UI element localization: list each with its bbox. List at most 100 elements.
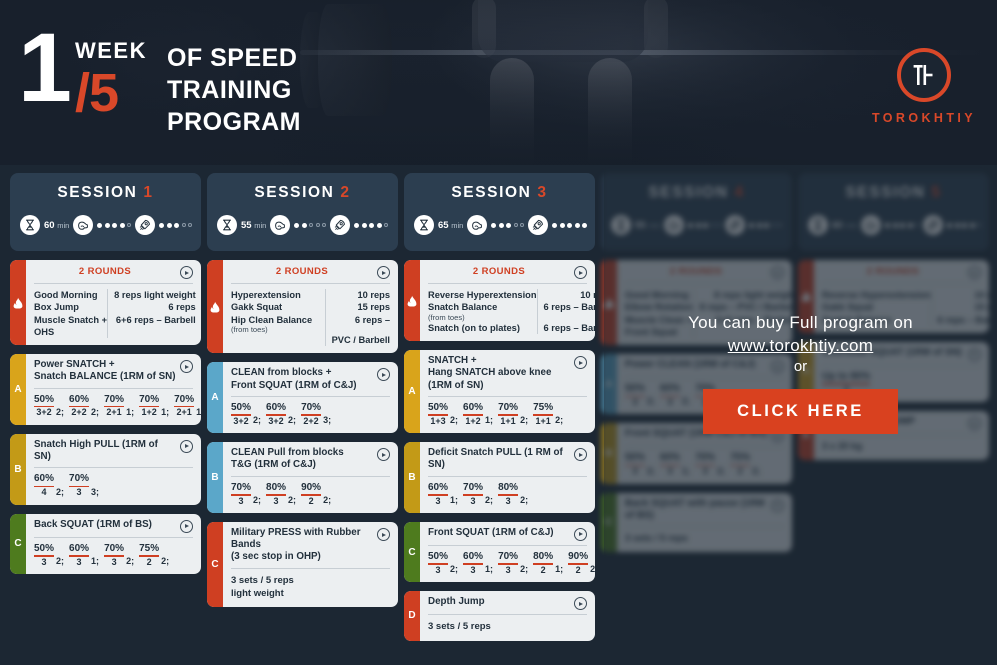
- exercise-card[interactable]: C Front SQUAT (1RM of C&J) 50% 3 2; 60% 3 1; 70%…: [404, 521, 595, 583]
- exercise-card[interactable]: A CLEAN from blocks + Front SQUAT (1RM of …: [207, 362, 398, 434]
- reps-value: 1+2: [141, 407, 157, 418]
- play-icon[interactable]: [574, 527, 587, 541]
- duration-value: 55 min: [241, 219, 267, 231]
- intensity-rating: [354, 222, 389, 228]
- warmup-exercise-name: Hyperextension: [231, 290, 301, 300]
- click-here-button[interactable]: CLICK HERE: [703, 389, 898, 435]
- play-icon[interactable]: [180, 439, 193, 453]
- warmup-names-column: Reverse Hyperextension Snatch Balance (fro…: [428, 289, 537, 334]
- warmup-values-column: 10 reps 15 reps 6 reps – PVC / Barbell: [324, 289, 390, 347]
- rounds-label: 2 ROUNDS: [275, 266, 329, 277]
- reps-value: 2+1: [106, 407, 122, 418]
- rating-dot: [166, 222, 172, 228]
- exercise-card[interactable]: 2 ROUNDS Good Morning Box Jump Muscle Snatc…: [10, 260, 201, 346]
- warmup-exercise-name: [231, 334, 325, 346]
- exercise-prescription: 3 sets / 5 reps: [428, 620, 587, 633]
- percent-value: 50%: [231, 401, 252, 413]
- exercise-card[interactable]: B Snatch High PULL (1RM of SN) 60% 4 2; 70% 3 3…: [10, 433, 201, 505]
- card-header: SNATCH + Hang SNATCH above knee (1RM of S…: [428, 355, 587, 392]
- hero-heading-line2: TRAINING: [166, 76, 292, 104]
- reps-value: 1+1: [500, 415, 516, 426]
- upsell-overlay: You can buy Full program on www.torokhti…: [604, 170, 997, 665]
- reps-value: 2: [575, 564, 581, 575]
- warmup-exercise-name: Snatch Balance (from toes): [428, 301, 537, 322]
- play-icon[interactable]: [574, 597, 587, 611]
- session-header: SESSION 2 55 min: [207, 173, 398, 251]
- set-item: 60% 3+2 2;: [266, 402, 296, 426]
- exercise-card[interactable]: D Depth Jump 3 sets / 5 reps: [404, 591, 595, 641]
- set-count: 2;: [450, 564, 459, 575]
- set-count: 2;: [56, 486, 65, 497]
- rating-dot: [376, 222, 382, 228]
- exercise-card[interactable]: C Back SQUAT (1RM of BS) 50% 3 2; 60% 3 1; 70% 3 2…: [10, 513, 201, 574]
- exercise-card[interactable]: B CLEAN Pull from blocks T&G (1RM of C&J) 7…: [207, 442, 398, 513]
- warmup-exercise-value: 6+6 reps – Barbell: [115, 314, 196, 325]
- percent-over-reps: 90% 2: [568, 550, 589, 575]
- percent-over-reps: 50% 3: [34, 543, 55, 567]
- torokhtiy-circle-logo-icon: [897, 48, 951, 102]
- exercise-title: Military PRESS with Rubber Bands (3 sec s…: [231, 527, 373, 564]
- exercise-card[interactable]: 2 ROUNDS Hyperextension Gakk Squat Hip Clea…: [207, 260, 398, 354]
- set-count: 2;: [485, 494, 494, 505]
- hero-heading-line3: PROGRAM: [166, 108, 302, 136]
- play-icon[interactable]: [180, 360, 193, 374]
- card-header: CLEAN Pull from blocks T&G (1RM of C&J): [231, 447, 390, 471]
- percent-value: 60%: [463, 550, 484, 562]
- set-item: 60% 3 1;: [463, 550, 493, 575]
- reps-value: 1+2: [465, 415, 481, 426]
- reps-value: 3: [505, 495, 511, 506]
- play-icon[interactable]: [180, 266, 193, 279]
- card-header: Deficit Snatch PULL (1 RM of SN): [428, 447, 587, 471]
- warmup-value-note: [544, 314, 595, 322]
- exercise-card[interactable]: C Military PRESS with Rubber Bands (3 sec …: [207, 522, 398, 608]
- cta-url-link[interactable]: www.torokhtiy.com: [728, 336, 874, 356]
- exercise-card[interactable]: A Power SNATCH + Snatch BALANCE (1RM of SN…: [10, 354, 201, 425]
- rocket-icon: [528, 215, 549, 235]
- card-body: 2 ROUNDS Hyperextension Gakk Squat Hip Clea…: [223, 260, 398, 353]
- brand-name: TOROKHTIY: [872, 111, 976, 125]
- warmup-exercise-value: 6 reps –: [332, 314, 390, 335]
- set-item: 70% 1+1 2;: [498, 402, 528, 426]
- flame-icon: [404, 260, 420, 342]
- play-icon[interactable]: [377, 528, 390, 541]
- intensity-rating: [159, 222, 193, 228]
- play-icon[interactable]: [377, 266, 390, 279]
- set-count: 2;: [288, 495, 297, 505]
- set-count: 1;: [450, 494, 459, 505]
- session-number: 1: [143, 184, 154, 201]
- exercise-card[interactable]: 2 ROUNDS Reverse Hyperextension Snatch Bal…: [404, 260, 595, 342]
- strength-rating: [491, 222, 525, 228]
- percent-over-reps: 80% 2: [533, 551, 554, 575]
- play-icon[interactable]: [574, 356, 587, 370]
- hourglass-icon: [414, 215, 434, 235]
- warmup-exercise-value: 10 reps: [580, 290, 595, 300]
- duration-metric: 60 min: [20, 215, 69, 235]
- text-line: 3 sets / 5 reps: [428, 621, 491, 633]
- brand-logo[interactable]: TOROKHTIY: [869, 48, 979, 125]
- play-icon[interactable]: [377, 368, 390, 382]
- card-body: Back SQUAT (1RM of BS) 50% 3 2; 60% 3 1; 70% 3 2;…: [26, 514, 201, 574]
- divider: [34, 536, 193, 538]
- session-column-1: SESSION 1 60 min 2 ROUNDS Good Morning Box J…: [10, 173, 201, 665]
- rating-dot: [567, 222, 573, 228]
- rating-dot: [582, 222, 588, 228]
- play-icon[interactable]: [180, 519, 193, 533]
- session-title: SESSION 2: [254, 184, 351, 201]
- reps-value: 2: [146, 556, 152, 567]
- session-metrics: 55 min: [217, 215, 389, 235]
- play-icon[interactable]: [377, 448, 390, 462]
- exercise-card[interactable]: B Deficit Snatch PULL (1 RM of SN) 60% 3 1; 7…: [404, 442, 595, 513]
- text-line: SNATCH +: [428, 355, 477, 367]
- set-count: 1;: [485, 415, 494, 426]
- set-item: 70%2+11;: [104, 394, 134, 418]
- reps-value: 2: [308, 495, 314, 506]
- exercise-card[interactable]: A SNATCH + Hang SNATCH above knee (1RM of …: [404, 350, 595, 434]
- session-header: SESSION 3 65 min: [404, 173, 595, 251]
- text-line: Deficit Snatch PULL (1 RM of SN): [428, 447, 563, 471]
- play-icon[interactable]: [574, 448, 587, 462]
- divider: [428, 614, 587, 616]
- set-item: 70% 3 2;: [231, 482, 261, 506]
- session-title: SESSION 1: [57, 184, 154, 201]
- percent-value: 90%: [568, 550, 589, 562]
- play-icon[interactable]: [574, 266, 587, 279]
